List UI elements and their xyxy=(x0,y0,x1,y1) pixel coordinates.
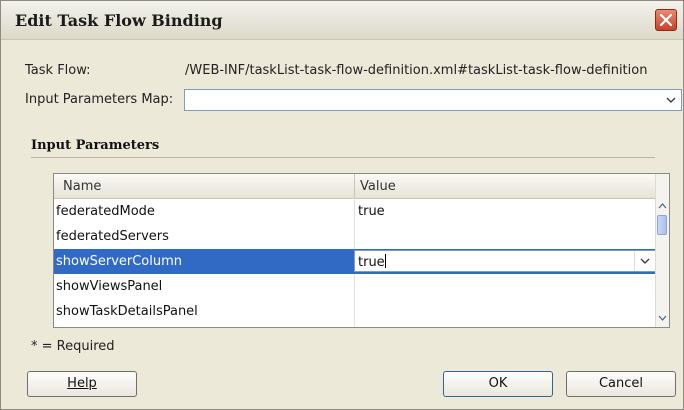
task-flow-label: Task Flow: xyxy=(25,63,91,78)
edit-task-flow-binding-dialog: Edit Task Flow Binding Task Flow: /WEB-I… xyxy=(0,0,684,410)
ok-button-label: OK xyxy=(488,376,508,391)
text-caret xyxy=(384,254,386,268)
input-parameters-heading: Input Parameters xyxy=(31,138,160,153)
param-name: showTaskDetailsPanel xyxy=(56,304,198,319)
chevron-down-icon[interactable] xyxy=(661,90,681,110)
table-row[interactable]: federatedServers xyxy=(54,224,657,249)
param-value-editor[interactable]: true xyxy=(354,250,656,272)
param-value[interactable]: true xyxy=(358,204,385,219)
param-name: showServerColumn xyxy=(56,254,183,269)
column-header-name[interactable]: Name xyxy=(63,179,101,194)
column-header-value[interactable]: Value xyxy=(360,179,396,194)
ok-button[interactable]: OK xyxy=(443,371,553,397)
scroll-down-icon[interactable] xyxy=(657,311,668,325)
column-divider[interactable] xyxy=(354,174,355,198)
table-header: Name Value xyxy=(54,174,657,199)
input-parameters-map-label: Input Parameters Map: xyxy=(25,92,174,107)
input-parameters-table: Name Value federatedMode true federatedS… xyxy=(53,173,670,328)
help-button[interactable]: Help xyxy=(27,371,137,397)
chevron-down-icon[interactable] xyxy=(634,251,655,271)
table-row[interactable]: showViewsPanel xyxy=(54,274,657,299)
task-flow-value: /WEB-INF/taskList-task-flow-definition.x… xyxy=(185,63,648,78)
param-name: federatedServers xyxy=(56,229,169,244)
scroll-up-icon[interactable] xyxy=(657,199,668,213)
dialog-title: Edit Task Flow Binding xyxy=(15,11,223,30)
section-divider xyxy=(31,157,655,158)
close-icon xyxy=(660,14,672,26)
scrollbar-thumb[interactable] xyxy=(657,215,667,235)
help-button-label: Help xyxy=(67,376,97,391)
required-note: * = Required xyxy=(31,339,115,354)
table-row[interactable]: federatedMode true xyxy=(54,199,657,224)
cancel-button[interactable]: Cancel xyxy=(566,371,676,397)
table-row[interactable]: showTaskDetailsPanel xyxy=(54,299,657,324)
close-button[interactable] xyxy=(655,9,677,31)
cancel-button-label: Cancel xyxy=(598,376,644,391)
param-name: federatedMode xyxy=(56,204,155,219)
param-value-input[interactable]: true xyxy=(358,255,385,270)
input-parameters-map-combobox[interactable] xyxy=(184,89,682,111)
param-name: showViewsPanel xyxy=(56,279,163,294)
title-bar[interactable]: Edit Task Flow Binding xyxy=(1,1,683,40)
table-row-selected[interactable]: showServerColumn true xyxy=(54,249,657,274)
vertical-scrollbar[interactable] xyxy=(655,174,669,327)
